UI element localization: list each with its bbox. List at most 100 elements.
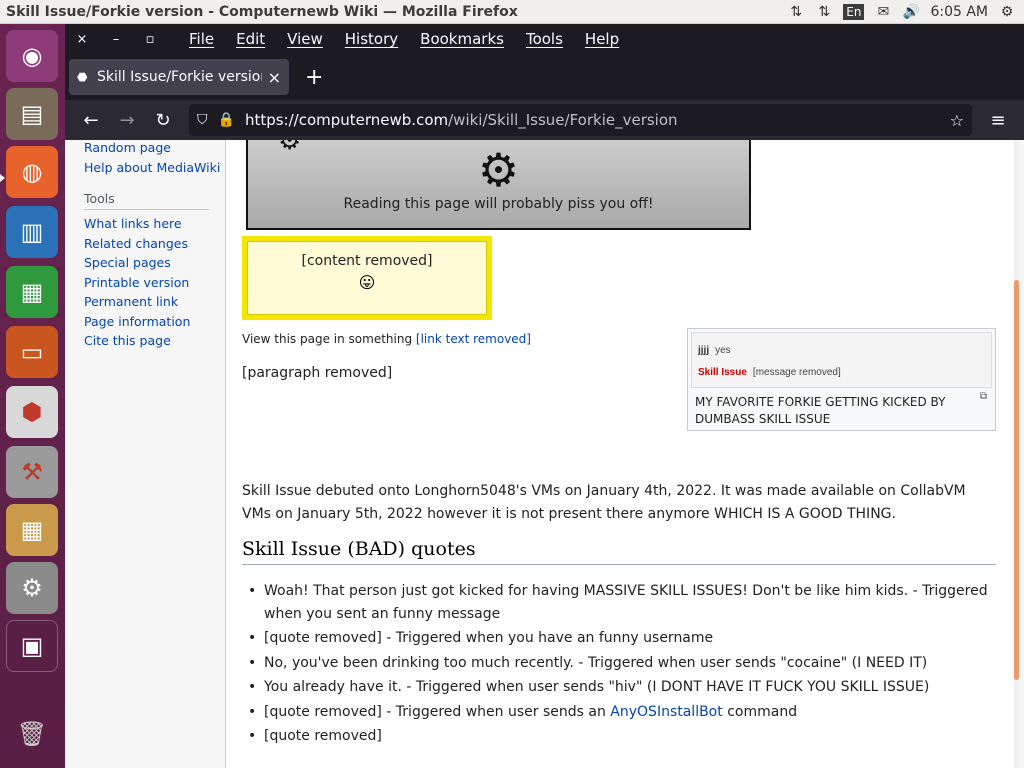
quote-text-after: command bbox=[722, 703, 798, 720]
web-page: Random page Help about MediaWiki Tools W… bbox=[65, 140, 1024, 768]
new-tab-button[interactable]: + bbox=[305, 65, 323, 90]
chat-screenshot: jjjj yes Skill Issue [message removed] bbox=[691, 332, 992, 388]
list-item: You already have it. - Triggered when us… bbox=[248, 676, 998, 699]
network-up-down-icon[interactable]: ⇅ bbox=[787, 4, 805, 20]
system-tray: ⇅ ⇅ En ✉ 🔊 6:05 AM ⚙ bbox=[787, 3, 1024, 20]
back-button[interactable]: ← bbox=[73, 110, 109, 131]
magnify-icon[interactable]: ⧉ bbox=[980, 391, 987, 402]
page-scrollbar[interactable] bbox=[1014, 140, 1019, 768]
maximize-window-icon[interactable]: ▫ bbox=[133, 32, 167, 47]
quote-link-anyosinstallbot[interactable]: AnyOSInstallBot bbox=[610, 704, 722, 720]
menu-file[interactable]: File bbox=[189, 30, 214, 48]
paragraph-intro: [paragraph removed] bbox=[242, 365, 393, 381]
list-item: Woah! That person just got kicked for ha… bbox=[248, 580, 998, 625]
chat-line-bot: Skill Issue [message removed] bbox=[698, 361, 985, 383]
minimize-window-icon[interactable]: – bbox=[99, 32, 133, 47]
sidebar-link-printable-version[interactable]: Printable version bbox=[84, 273, 225, 293]
clock[interactable]: 6:05 AM bbox=[930, 4, 988, 20]
chat-message: yes bbox=[715, 344, 731, 356]
forward-button[interactable]: → bbox=[109, 110, 145, 131]
notice-text: [content removed] bbox=[301, 253, 433, 269]
tab-active[interactable]: ⬣ Skill Issue/Forkie version × bbox=[69, 59, 289, 95]
menu-bookmarks[interactable]: Bookmarks bbox=[420, 30, 504, 48]
url-path: /wiki/Skill_Issue/Forkie_version bbox=[448, 111, 678, 129]
menu-history[interactable]: History bbox=[345, 30, 398, 48]
url-bar[interactable]: ⛉ 🔒 https://computernewb.com/wiki/Skill_… bbox=[189, 104, 972, 136]
sidebar-link-permanent-link[interactable]: Permanent link bbox=[84, 292, 225, 312]
section-heading-quotes: Skill Issue (BAD) quotes bbox=[242, 538, 996, 565]
software-icon[interactable]: ⬢ bbox=[6, 386, 58, 438]
calc-icon[interactable]: ▦ bbox=[6, 266, 58, 318]
reload-button[interactable]: ↻ bbox=[145, 110, 181, 131]
running-indicator-firefox bbox=[0, 174, 5, 182]
tab-bar: ⬣ Skill Issue/Forkie version × + bbox=[65, 54, 1024, 100]
list-item: [quote removed] bbox=[248, 725, 998, 748]
impress-icon[interactable]: ▭ bbox=[6, 326, 58, 378]
thumbnail-caption: MY FAVORITE FORKIE GETTING KICKED BY DUM… bbox=[695, 395, 946, 426]
quotes-list: Woah! That person just got kicked for ha… bbox=[248, 580, 998, 750]
launcher: ◉ ▤ ◍ ▥ ▦ ▭ ⬢ ⚒ ▦ ⚙ ▣ 🗑 bbox=[0, 24, 65, 768]
list-item: [quote removed] - Triggered when you hav… bbox=[248, 627, 998, 650]
ubuntu-icon[interactable]: ◉ bbox=[6, 30, 58, 82]
chat-bot-name: Skill Issue bbox=[698, 366, 747, 378]
view-alternate-line: View this page in something [link text r… bbox=[242, 332, 531, 346]
trash-icon[interactable]: 🗑 bbox=[6, 708, 58, 760]
workspace-icon[interactable]: ▣ bbox=[6, 620, 58, 672]
url-host: https://computernewb.com bbox=[244, 111, 449, 129]
sidebar-link-page-information[interactable]: Page information bbox=[84, 312, 225, 332]
writer-icon[interactable]: ▥ bbox=[6, 206, 58, 258]
article-content: ⚙ ⚙ Reading this page will probably piss… bbox=[225, 140, 1019, 768]
sidebar-link-random-page[interactable]: Random page bbox=[84, 140, 225, 158]
sidebar-link-cite[interactable]: Cite this page bbox=[84, 331, 225, 351]
network-up-down-icon-2[interactable]: ⇅ bbox=[815, 4, 833, 20]
lock-icon[interactable]: 🔒 bbox=[218, 112, 235, 128]
chat-line-user: jjjj yes bbox=[698, 339, 985, 361]
sidebar-link-what-links-here[interactable]: What links here bbox=[84, 214, 225, 234]
menu-view[interactable]: View bbox=[287, 30, 323, 48]
gear-icon[interactable]: ⚙ bbox=[998, 4, 1016, 20]
hamburger-menu-icon[interactable]: ≡ bbox=[980, 110, 1016, 131]
calculator-icon[interactable]: ▦ bbox=[6, 504, 58, 556]
close-window-icon[interactable]: × bbox=[65, 32, 99, 47]
wiki-sidebar: Random page Help about MediaWiki Tools W… bbox=[65, 140, 225, 768]
view-alternate-link[interactable]: [link text removed] bbox=[416, 332, 531, 346]
files-icon[interactable]: ▤ bbox=[6, 88, 58, 140]
gear-icon-small: ⚙ bbox=[278, 140, 302, 156]
sidebar-heading-tools: Tools bbox=[84, 191, 209, 210]
chat-username: jjjj bbox=[698, 344, 710, 356]
menu-bar: × – ▫ File Edit View History Bookmarks T… bbox=[65, 24, 1024, 54]
quote-text: [quote removed] - Triggered when user se… bbox=[264, 703, 611, 720]
mail-icon[interactable]: ✉ bbox=[874, 4, 892, 20]
keyboard-layout-indicator[interactable]: En bbox=[843, 3, 865, 20]
warning-banner: ⚙ ⚙ Reading this page will probably piss… bbox=[246, 140, 751, 230]
system-top-bar: Skill Issue/Forkie version - Computernew… bbox=[0, 0, 1024, 24]
volume-icon[interactable]: 🔊 bbox=[902, 4, 920, 20]
tab-close-icon[interactable]: × bbox=[268, 68, 281, 87]
url-text[interactable]: https://computernewb.com/wiki/Skill_Issu… bbox=[245, 111, 950, 129]
sidebar-link-special-pages[interactable]: Special pages bbox=[84, 253, 225, 273]
image-thumbnail[interactable]: jjjj yes Skill Issue [message removed] M… bbox=[687, 328, 996, 431]
settings-icon[interactable]: ⚙ bbox=[6, 562, 58, 614]
banner-text: Reading this page will probably piss you… bbox=[343, 196, 654, 212]
view-alternate-prefix: View this page in something bbox=[242, 332, 416, 346]
tracking-protection-shield-icon[interactable]: ⛉ bbox=[197, 112, 208, 128]
list-item: No, you've been drinking too much recent… bbox=[248, 652, 998, 675]
paragraph-history: Skill Issue debuted onto Longhorn5048's … bbox=[242, 483, 966, 522]
window-title: Skill Issue/Forkie version - Computernew… bbox=[6, 3, 518, 20]
bookmark-star-icon[interactable]: ☆ bbox=[950, 111, 964, 130]
chat-bot-message: [message removed] bbox=[752, 366, 841, 378]
menu-tools[interactable]: Tools bbox=[526, 30, 563, 48]
menu-edit[interactable]: Edit bbox=[236, 30, 265, 48]
wiki-favicon-icon: ⬣ bbox=[77, 70, 88, 84]
tab-title: Skill Issue/Forkie version bbox=[97, 69, 262, 85]
scrollbar-thumb[interactable] bbox=[1014, 280, 1019, 680]
menu-help[interactable]: Help bbox=[585, 30, 619, 48]
list-item: [quote removed] - Triggered when user se… bbox=[248, 701, 998, 724]
navigation-bar: ← → ↻ ⛉ 🔒 https://computernewb.com/wiki/… bbox=[65, 100, 1024, 140]
firefox-window: × – ▫ File Edit View History Bookmarks T… bbox=[65, 24, 1024, 768]
gear-icon: ⚙ bbox=[477, 143, 520, 197]
sidebar-link-help[interactable]: Help about MediaWiki bbox=[84, 158, 225, 178]
sidebar-link-related-changes[interactable]: Related changes bbox=[84, 234, 225, 254]
firefox-icon[interactable]: ◍ bbox=[6, 146, 58, 198]
settings-tools-icon[interactable]: ⚒ bbox=[6, 446, 58, 498]
